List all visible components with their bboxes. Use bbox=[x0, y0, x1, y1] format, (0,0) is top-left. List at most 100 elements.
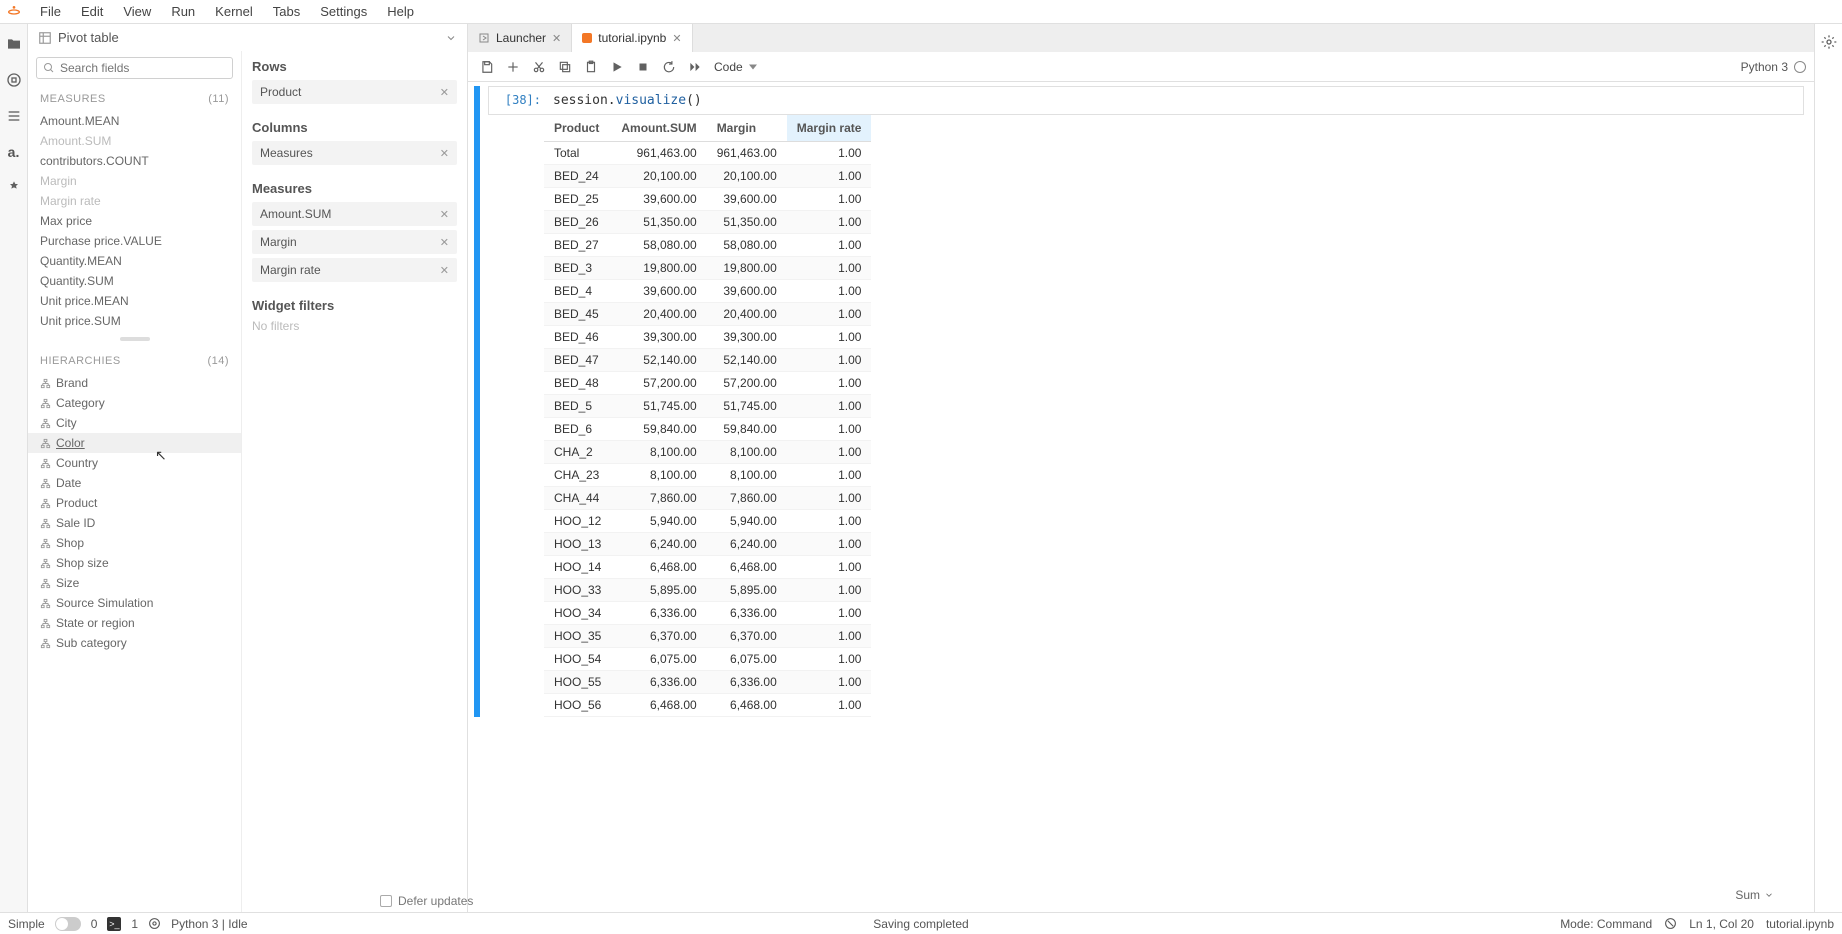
table-row[interactable]: HOO_546,075.006,075.001.00 bbox=[544, 648, 871, 671]
measure-item[interactable]: Margin rate bbox=[28, 191, 241, 211]
hierarchy-item[interactable]: Product bbox=[28, 493, 241, 513]
table-row[interactable]: BED_2651,350.0051,350.001.00 bbox=[544, 211, 871, 234]
menu-view[interactable]: View bbox=[113, 2, 161, 21]
aggregate-label[interactable]: Sum bbox=[1735, 888, 1774, 902]
simple-mode-toggle[interactable] bbox=[55, 917, 81, 931]
measure-item[interactable]: Max price bbox=[28, 211, 241, 231]
hierarchy-item[interactable]: Shop size bbox=[28, 553, 241, 573]
run-button[interactable] bbox=[606, 56, 628, 78]
add-cell-button[interactable] bbox=[502, 56, 524, 78]
table-row[interactable]: HOO_346,336.006,336.001.00 bbox=[544, 602, 871, 625]
copy-button[interactable] bbox=[554, 56, 576, 78]
measure-item[interactable]: Quantity.MEAN bbox=[28, 251, 241, 271]
code-input[interactable]: session.visualize() bbox=[545, 87, 1803, 114]
folder-icon[interactable] bbox=[6, 36, 22, 52]
status-zero[interactable]: 0 bbox=[91, 917, 98, 931]
gear-icon[interactable] bbox=[1821, 34, 1837, 50]
hierarchy-item[interactable]: State or region bbox=[28, 613, 241, 633]
cursor-position[interactable]: Ln 1, Col 20 bbox=[1689, 917, 1754, 931]
hierarchy-item[interactable]: Source Simulation bbox=[28, 593, 241, 613]
measure-item[interactable]: Amount.SUM bbox=[28, 131, 241, 151]
mode-indicator[interactable]: Mode: Command bbox=[1560, 917, 1652, 931]
chevron-down-icon[interactable] bbox=[445, 32, 457, 44]
menu-kernel[interactable]: Kernel bbox=[205, 2, 263, 21]
hierarchy-item[interactable]: Sale ID bbox=[28, 513, 241, 533]
table-row[interactable]: CHA_447,860.007,860.001.00 bbox=[544, 487, 871, 510]
resize-handle[interactable] bbox=[120, 337, 150, 341]
table-row[interactable]: BED_4520,400.0020,400.001.00 bbox=[544, 303, 871, 326]
kernel-status-text[interactable]: Python 3 | Idle bbox=[171, 917, 248, 931]
menu-help[interactable]: Help bbox=[377, 2, 424, 21]
kernel-name[interactable]: Python 3 bbox=[1741, 60, 1788, 74]
hierarchy-item[interactable]: Color bbox=[28, 433, 241, 453]
table-row[interactable]: BED_4857,200.0057,200.001.00 bbox=[544, 372, 871, 395]
table-row[interactable]: BED_4639,300.0039,300.001.00 bbox=[544, 326, 871, 349]
measure-item[interactable]: Unit price.SUM bbox=[28, 311, 241, 331]
lsp-icon[interactable] bbox=[148, 917, 161, 930]
hierarchy-item[interactable]: Shop bbox=[28, 533, 241, 553]
hierarchy-item[interactable]: Sub category bbox=[28, 633, 241, 653]
atoti-icon[interactable]: a. bbox=[8, 144, 20, 160]
running-icon[interactable] bbox=[6, 72, 22, 88]
column-header[interactable]: Product bbox=[544, 115, 611, 142]
chip[interactable]: Amount.SUM✕ bbox=[252, 202, 457, 226]
measure-item[interactable]: Quantity.SUM bbox=[28, 271, 241, 291]
chip[interactable]: Margin✕ bbox=[252, 230, 457, 254]
remove-icon[interactable]: ✕ bbox=[440, 86, 449, 99]
table-row[interactable]: BED_2420,100.0020,100.001.00 bbox=[544, 165, 871, 188]
menu-file[interactable]: File bbox=[30, 2, 71, 21]
chip[interactable]: Measures✕ bbox=[252, 141, 457, 165]
table-row[interactable]: BED_2539,600.0039,600.001.00 bbox=[544, 188, 871, 211]
measure-item[interactable]: Margin bbox=[28, 171, 241, 191]
hierarchy-item[interactable]: Brand bbox=[28, 373, 241, 393]
table-row[interactable]: CHA_28,100.008,100.001.00 bbox=[544, 441, 871, 464]
code-cell[interactable]: [38]: session.visualize() ProductAmount.… bbox=[468, 86, 1804, 717]
menu-run[interactable]: Run bbox=[161, 2, 205, 21]
table-row[interactable]: HOO_556,336.006,336.001.00 bbox=[544, 671, 871, 694]
chip[interactable]: Product✕ bbox=[252, 80, 457, 104]
hierarchy-item[interactable]: Date bbox=[28, 473, 241, 493]
stop-button[interactable] bbox=[632, 56, 654, 78]
close-icon[interactable]: ✕ bbox=[672, 32, 681, 45]
table-row[interactable]: HOO_136,240.006,240.001.00 bbox=[544, 533, 871, 556]
column-header[interactable]: Amount.SUM bbox=[611, 115, 706, 142]
toc-icon[interactable] bbox=[6, 108, 22, 124]
file-name[interactable]: tutorial.ipynb bbox=[1766, 917, 1834, 931]
table-row[interactable]: HOO_566,468.006,468.001.00 bbox=[544, 694, 871, 717]
remove-icon[interactable]: ✕ bbox=[440, 264, 449, 277]
status-one[interactable]: 1 bbox=[131, 917, 138, 931]
measure-item[interactable]: contributors.COUNT bbox=[28, 151, 241, 171]
extension-icon[interactable] bbox=[6, 180, 22, 196]
table-row[interactable]: BED_659,840.0059,840.001.00 bbox=[544, 418, 871, 441]
measure-item[interactable]: Purchase price.VALUE bbox=[28, 231, 241, 251]
measure-item[interactable]: Amount.MEAN bbox=[28, 111, 241, 131]
tab[interactable]: Launcher✕ bbox=[468, 24, 572, 52]
tab[interactable]: tutorial.ipynb✕ bbox=[572, 24, 692, 52]
table-row[interactable]: BED_319,800.0019,800.001.00 bbox=[544, 257, 871, 280]
hierarchy-item[interactable]: Category bbox=[28, 393, 241, 413]
table-row[interactable]: Total961,463.00961,463.001.00 bbox=[544, 142, 871, 165]
hierarchy-item[interactable]: Size bbox=[28, 573, 241, 593]
table-row[interactable]: HOO_125,940.005,940.001.00 bbox=[544, 510, 871, 533]
terminal-icon[interactable]: >_ bbox=[107, 917, 121, 931]
chip[interactable]: Margin rate✕ bbox=[252, 258, 457, 282]
table-row[interactable]: BED_2758,080.0058,080.001.00 bbox=[544, 234, 871, 257]
save-button[interactable] bbox=[476, 56, 498, 78]
notebook-body[interactable]: [38]: session.visualize() ProductAmount.… bbox=[468, 82, 1814, 912]
column-header[interactable]: Margin rate bbox=[787, 115, 872, 142]
menu-edit[interactable]: Edit bbox=[71, 2, 113, 21]
table-row[interactable]: HOO_356,370.006,370.001.00 bbox=[544, 625, 871, 648]
restart-run-all-button[interactable] bbox=[684, 56, 706, 78]
table-row[interactable]: BED_4752,140.0052,140.001.00 bbox=[544, 349, 871, 372]
remove-icon[interactable]: ✕ bbox=[440, 236, 449, 249]
close-icon[interactable]: ✕ bbox=[552, 32, 561, 45]
menu-settings[interactable]: Settings bbox=[310, 2, 377, 21]
table-row[interactable]: HOO_335,895.005,895.001.00 bbox=[544, 579, 871, 602]
hierarchy-item[interactable]: City bbox=[28, 413, 241, 433]
table-row[interactable]: BED_551,745.0051,745.001.00 bbox=[544, 395, 871, 418]
remove-icon[interactable]: ✕ bbox=[440, 147, 449, 160]
column-header[interactable]: Margin bbox=[707, 115, 787, 142]
notification-icon[interactable] bbox=[1664, 917, 1677, 930]
table-row[interactable]: CHA_238,100.008,100.001.00 bbox=[544, 464, 871, 487]
kernel-status-icon[interactable] bbox=[1794, 61, 1806, 73]
